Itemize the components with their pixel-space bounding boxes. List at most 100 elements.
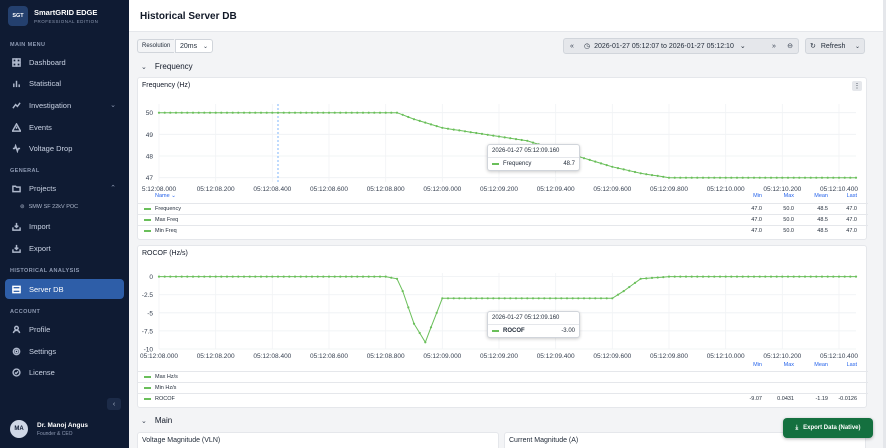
data-point [707, 275, 710, 278]
sidebar-item-projects[interactable]: Projects ⌃ [5, 178, 124, 198]
stat-header-max[interactable]: Max [772, 362, 794, 368]
data-point [373, 111, 376, 114]
fast-forward-button[interactable]: » [766, 39, 782, 53]
data-point [401, 113, 404, 116]
collapse-sidebar-button[interactable]: ‹ [107, 398, 121, 410]
license-icon [11, 367, 21, 377]
sidebar-item-label: Investigation [29, 100, 72, 110]
date-range-field[interactable]: ◷ 2026-01-27 05:12:07 to 2026-01-27 05:1… [580, 42, 766, 51]
stat-last: 47.0 [846, 206, 857, 212]
sidebar-item-events[interactable]: Events [5, 117, 124, 137]
sidebar-item-settings[interactable]: Settings [5, 341, 124, 361]
data-point [174, 275, 178, 278]
general-label: GENERAL [10, 168, 40, 174]
data-point [707, 176, 710, 179]
data-point [242, 111, 246, 114]
rocof-chart[interactable]: 0-2.5-5-7.5-1005:12:08.000 05:12:08.200 05… [138, 246, 868, 371]
export-data-button[interactable]: ⤓ Export Data (Native) [783, 418, 873, 438]
data-point [339, 275, 342, 278]
x-tick-label: 5:12:08.000 [142, 186, 177, 193]
sidebar-item-investigation[interactable]: Investigation ⌄ [5, 95, 124, 115]
sidebar-item-dashboard[interactable]: Dashboard [5, 52, 124, 72]
data-point [316, 275, 319, 278]
data-point [803, 275, 807, 278]
stat-max: 50.0 [783, 228, 794, 234]
stat-header-mean[interactable]: Mean [806, 362, 828, 368]
data-point [271, 111, 274, 114]
data-point [837, 275, 841, 278]
data-point [854, 176, 858, 179]
rewind-button[interactable]: « [564, 39, 580, 53]
data-point [492, 134, 495, 137]
data-point [186, 275, 189, 278]
stat-header-max[interactable]: Max [772, 193, 794, 199]
data-point [418, 331, 421, 335]
user-icon [11, 324, 21, 334]
sidebar-item-export[interactable]: Export [5, 238, 124, 258]
stat-min: -9.07 [749, 396, 762, 402]
sidebar-item-statistical[interactable]: Statistical [5, 73, 124, 93]
sidebar-item-label: Settings [29, 346, 57, 356]
data-point [724, 275, 727, 278]
legend-row[interactable]: Frequency 47.0 50.0 48.5 47.0 [138, 203, 868, 214]
user-profile[interactable]: MA Dr. Manoj Angus Founder & CEO [10, 420, 88, 438]
stat-mean: 48.5 [817, 228, 828, 234]
tooltip-value: -3.00 [561, 328, 575, 334]
data-point [820, 176, 824, 179]
activity-icon [11, 143, 21, 153]
data-point [526, 139, 529, 142]
data-point [633, 281, 637, 284]
refresh-button[interactable]: ↻ Refresh ⌄ [805, 38, 865, 54]
frequency-chart-card: Frequency (Hz) ⋮ 47 48 49 50 5:12:08.000 05:1… [137, 77, 868, 240]
stat-header-mean[interactable]: Mean [806, 193, 828, 199]
data-point [367, 111, 370, 114]
data-point [254, 111, 257, 114]
stat-header-last[interactable]: Last [835, 362, 857, 368]
bar-chart-icon [11, 78, 21, 88]
data-point [781, 275, 784, 278]
legend-row[interactable]: ROCOF -9.07 0.0431 -1.19 -0.0126 [138, 393, 868, 404]
data-point [384, 275, 387, 278]
zoom-out-button[interactable]: ⊖ [782, 39, 798, 53]
sidebar-item-label: Events [29, 122, 52, 132]
legend-name-header[interactable]: Name ⌄ [155, 193, 176, 199]
legend-row[interactable]: Max Freq 47.0 50.0 48.5 47.0 [138, 214, 868, 225]
stat-mean: -1.19 [815, 396, 828, 402]
section-frequency-header[interactable]: ⌄ Frequency [141, 62, 193, 71]
stat-header-min[interactable]: Min [740, 193, 762, 199]
sidebar-item-profile[interactable]: Profile [5, 319, 124, 339]
data-point [741, 275, 744, 278]
x-tick-label: 05:12:10.400 [820, 186, 858, 193]
sidebar-item-server-db[interactable]: Server DB [5, 279, 124, 299]
data-point [662, 276, 665, 279]
sidebar-item-voltage-drop[interactable]: Voltage Drop [5, 138, 124, 158]
sidebar-item-label: Statistical [29, 78, 62, 88]
data-point [367, 275, 370, 278]
x-tick-label: 05:12:08.200 [197, 186, 235, 193]
sidebar-subitem-project[interactable]: ⊚ SMW SF 22kV POC [20, 204, 78, 210]
stat-header-last[interactable]: Last [835, 193, 857, 199]
data-point [645, 277, 648, 280]
legend-row[interactable]: Min Freq 47.0 50.0 48.5 47.0 [138, 225, 868, 236]
data-point [492, 297, 495, 300]
data-point [356, 111, 359, 114]
legend-row[interactable]: Max Hz/s [138, 371, 868, 382]
data-point [730, 176, 733, 179]
data-point [616, 293, 620, 296]
data-point [713, 176, 716, 179]
historical-label: HISTORICAL ANALYSIS [10, 268, 80, 274]
data-point [237, 275, 240, 278]
data-point [594, 160, 597, 163]
data-point [577, 297, 580, 300]
stat-header-min[interactable]: Min [740, 362, 762, 368]
legend-row[interactable]: Min Hz/s [138, 382, 868, 393]
section-main-header[interactable]: ⌄ Main [141, 416, 172, 425]
data-point [316, 111, 319, 114]
resolution-select[interactable]: 20ms ⌄ [175, 39, 213, 53]
data-point [752, 275, 756, 278]
sidebar-item-import[interactable]: Import [5, 216, 124, 236]
y-tick-label: 47 [146, 175, 154, 182]
frequency-chart[interactable]: 47 48 49 50 5:12:08.000 05:12:08.200 05:12:08.… [138, 78, 868, 198]
x-tick-label: 05:12:08.200 [197, 353, 235, 360]
sidebar-item-license[interactable]: License [5, 362, 124, 382]
